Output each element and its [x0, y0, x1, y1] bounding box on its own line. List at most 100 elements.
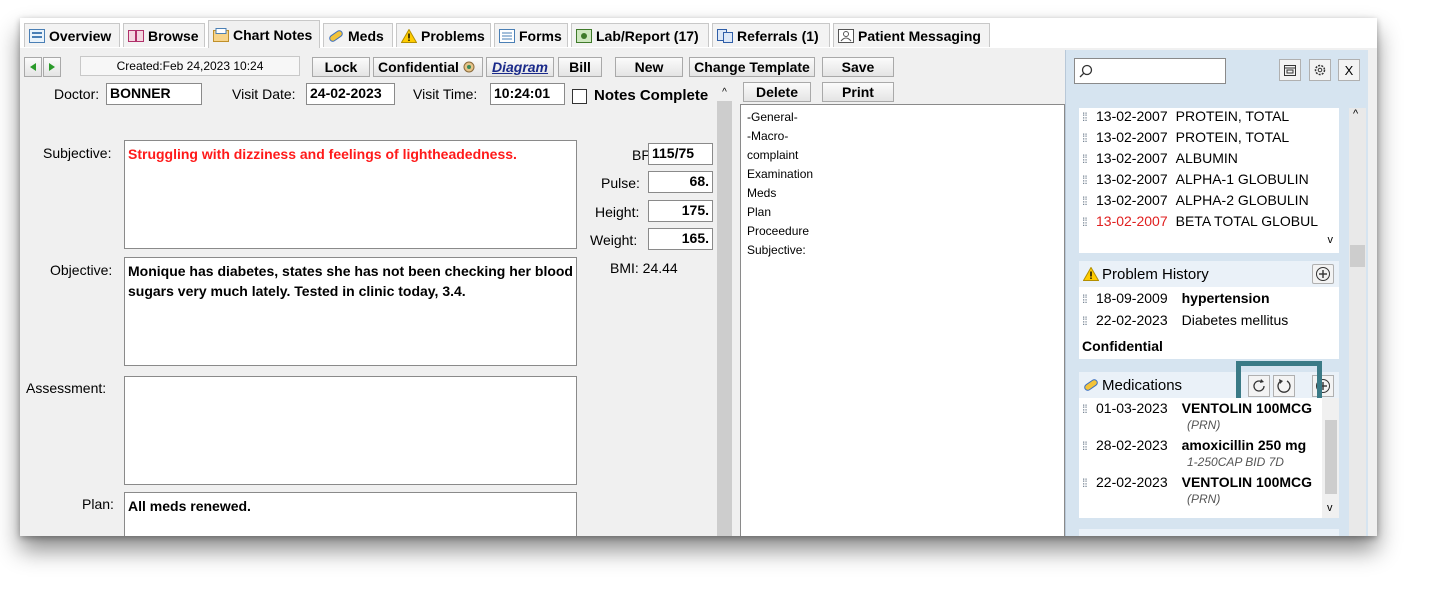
- gear-icon: [1314, 64, 1326, 76]
- template-item[interactable]: -Macro-: [747, 127, 813, 146]
- lock-button[interactable]: Lock: [312, 57, 370, 77]
- drag-handle-icon[interactable]: ⁞⁞: [1082, 131, 1096, 145]
- notes-icon: [213, 27, 229, 42]
- medication-name: VENTOLIN 100MCG: [1181, 474, 1313, 490]
- tab-lab-report[interactable]: Lab/Report (17): [571, 23, 709, 47]
- scroll-down-icon[interactable]: v: [1328, 234, 1334, 246]
- drag-handle-icon[interactable]: ⁞⁞: [1082, 402, 1096, 416]
- lab-result-row[interactable]: ⁞⁞ 13-02-2007 PROTEIN, TOTAL: [1082, 108, 1289, 124]
- plan-field[interactable]: All meds renewed.: [124, 492, 577, 536]
- template-item[interactable]: Plan: [747, 203, 813, 222]
- change-template-button[interactable]: Change Template: [689, 57, 815, 77]
- template-item[interactable]: complaint: [747, 146, 813, 165]
- drag-handle-icon[interactable]: ⁞⁞: [1082, 292, 1096, 306]
- drag-handle-icon[interactable]: ⁞⁞: [1082, 215, 1096, 229]
- drag-handle-icon[interactable]: ⁞⁞: [1082, 110, 1096, 124]
- calendar-button[interactable]: [1279, 59, 1301, 81]
- form-icon: [499, 28, 515, 43]
- drag-handle-icon[interactable]: ⁞⁞: [1082, 439, 1096, 453]
- lab-result-row[interactable]: ⁞⁞ 13-02-2007 ALPHA-1 GLOBULIN: [1082, 171, 1309, 187]
- problem-row[interactable]: ⁞⁞ 22-02-2023 Diabetes mellitus: [1082, 312, 1288, 328]
- calendar-icon: [1284, 65, 1296, 76]
- weight-field[interactable]: 165.: [648, 228, 713, 250]
- print-button[interactable]: Print: [822, 82, 894, 102]
- template-item[interactable]: Proceedure: [747, 222, 813, 241]
- visit-date-field[interactable]: 24-02-2023: [306, 83, 395, 105]
- medication-name: VENTOLIN 100MCG: [1181, 400, 1313, 416]
- add-problem-button[interactable]: [1312, 264, 1334, 284]
- drag-handle-icon[interactable]: ⁞⁞: [1082, 194, 1096, 208]
- scrollbar-thumb[interactable]: [1325, 420, 1337, 494]
- scroll-up-icon[interactable]: ^: [716, 84, 733, 100]
- save-button[interactable]: Save: [822, 57, 894, 77]
- medication-row[interactable]: ⁞⁞ 28-02-2023 amoxicillin 250 mg: [1082, 437, 1320, 453]
- height-field[interactable]: 175.: [648, 200, 713, 222]
- lab-result-row[interactable]: ⁞⁞ 13-02-2007 PROTEIN, TOTAL: [1082, 129, 1289, 145]
- tab-label: Chart Notes: [233, 26, 313, 43]
- lab-date: 13-02-2007: [1096, 213, 1168, 229]
- pulse-label: Pulse:: [601, 175, 640, 191]
- scroll-up-icon[interactable]: ^: [1353, 108, 1358, 120]
- diagram-button[interactable]: Diagram: [486, 57, 554, 77]
- tab-patient-messaging[interactable]: Patient Messaging: [833, 23, 990, 47]
- medications-list: ⁞⁞ 01-03-2023 VENTOLIN 100MCG (PRN) ⁞⁞ 28-02-…: [1079, 398, 1339, 518]
- close-icon: X: [1344, 62, 1354, 78]
- tab-problems[interactable]: Problems: [396, 23, 491, 47]
- delete-template-button[interactable]: Delete: [743, 82, 811, 102]
- assessment-field[interactable]: [124, 376, 577, 485]
- medication-date: 22-02-2023: [1096, 474, 1168, 490]
- tab-chart-notes[interactable]: Chart Notes: [208, 20, 320, 48]
- search-input[interactable]: [1074, 58, 1226, 84]
- medication-date: 01-03-2023: [1096, 400, 1168, 416]
- created-timestamp: Created:Feb 24,2023 10:24: [80, 56, 300, 76]
- settings-button[interactable]: [1309, 59, 1331, 81]
- tab-meds[interactable]: Meds: [323, 23, 393, 47]
- tab-label: Lab/Report (17): [596, 27, 699, 44]
- previous-note-button[interactable]: [24, 57, 42, 77]
- lab-name: ALBUMIN: [1175, 150, 1238, 166]
- doctor-field[interactable]: BONNER: [106, 83, 202, 105]
- person-icon: [838, 28, 854, 43]
- template-item[interactable]: Subjective:: [747, 241, 813, 260]
- template-item[interactable]: Examination: [747, 165, 813, 184]
- next-note-button[interactable]: [43, 57, 61, 77]
- medication-row[interactable]: ⁞⁞ 22-02-2023 VENTOLIN 100MCG: [1082, 474, 1320, 490]
- problem-row[interactable]: ⁞⁞ 18-09-2009 hypertension: [1082, 290, 1270, 306]
- lab-result-row[interactable]: ⁞⁞ 13-02-2007 ALPHA-2 GLOBULIN: [1082, 192, 1309, 208]
- subjective-field[interactable]: Struggling with dizziness and feelings o…: [124, 140, 577, 249]
- warning-icon: [1083, 267, 1099, 281]
- scrollbar-thumb[interactable]: [717, 101, 732, 536]
- pulse-field[interactable]: 68.: [648, 171, 713, 193]
- drag-handle-icon[interactable]: ⁞⁞: [1082, 476, 1096, 490]
- tab-overview[interactable]: Overview: [24, 23, 120, 47]
- lab-icon: [576, 28, 592, 43]
- scroll-down-icon[interactable]: v: [1327, 502, 1333, 514]
- visit-time-field[interactable]: 10:24:01: [490, 83, 565, 105]
- lab-result-row[interactable]: ⁞⁞ 13-02-2007 BETA TOTAL GLOBUL: [1082, 213, 1318, 229]
- tab-label: Patient Messaging: [858, 27, 981, 44]
- close-button[interactable]: X: [1338, 59, 1360, 81]
- next-card-header: [1079, 529, 1339, 536]
- tab-referrals[interactable]: Referrals (1): [712, 23, 830, 47]
- medication-name: amoxicillin 250 mg: [1181, 437, 1307, 453]
- drag-handle-icon[interactable]: ⁞⁞: [1082, 152, 1096, 166]
- new-note-button[interactable]: New: [615, 57, 683, 77]
- drag-handle-icon[interactable]: ⁞⁞: [1082, 173, 1096, 187]
- template-item[interactable]: -General-: [747, 108, 813, 127]
- tab-browse[interactable]: Browse: [123, 23, 205, 47]
- tab-forms[interactable]: Forms: [494, 23, 568, 47]
- confidential-button[interactable]: Confidential: [373, 57, 483, 77]
- lab-result-row[interactable]: ⁞⁞ 13-02-2007 ALBUMIN: [1082, 150, 1238, 166]
- notes-complete-checkbox[interactable]: [572, 89, 587, 104]
- drag-handle-icon[interactable]: ⁞⁞: [1082, 314, 1096, 328]
- medication-row[interactable]: ⁞⁞ 01-03-2023 VENTOLIN 100MCG: [1082, 400, 1320, 416]
- bill-button[interactable]: Bill: [558, 57, 602, 77]
- panel-scrollbar[interactable]: ^: [1349, 108, 1366, 536]
- template-list: -General- -Macro-complaint Examination Meds…: [740, 104, 1065, 536]
- objective-field[interactable]: Monique has diabetes, states she has not…: [124, 257, 577, 366]
- scrollbar-thumb[interactable]: [1350, 245, 1365, 267]
- bp-field[interactable]: 115/75: [648, 143, 713, 165]
- notes-scrollbar[interactable]: ^: [716, 84, 733, 536]
- template-item[interactable]: Meds: [747, 184, 813, 203]
- meds-scrollbar[interactable]: v: [1322, 398, 1339, 518]
